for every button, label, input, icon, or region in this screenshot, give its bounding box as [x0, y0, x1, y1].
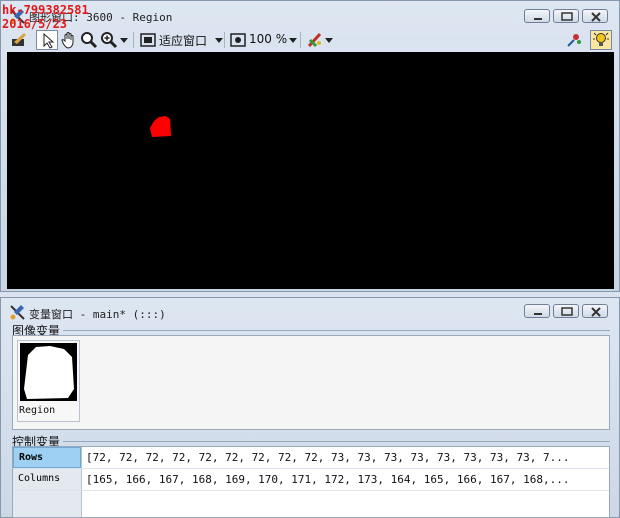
zoom-in-icon[interactable]: [100, 30, 118, 50]
maximize-button[interactable]: [553, 9, 579, 23]
close-button[interactable]: [582, 304, 608, 318]
graphics-window-titlebar[interactable]: 图形窗口: 3600 - Region: [1, 1, 619, 31]
row-divider: [13, 490, 609, 491]
inspect-icon[interactable]: [564, 30, 584, 50]
minimize-button[interactable]: [524, 9, 550, 23]
control-variable-name[interactable]: Rows: [13, 447, 81, 468]
group-divider: [63, 441, 610, 442]
zoom-level-icon[interactable]: [229, 30, 247, 50]
watermark-line-2: 2016/5/23: [2, 17, 68, 31]
color-dropdown-icon[interactable]: [325, 38, 333, 43]
image-variables-panel: Region: [12, 335, 610, 430]
image-variable-item[interactable]: Region: [17, 340, 80, 422]
control-variables-table: Rows [72, 72, 72, 72, 72, 72, 72, 72, 72…: [12, 446, 610, 518]
color-palette-icon[interactable]: [306, 30, 324, 50]
draw-tool-icon[interactable]: [9, 30, 29, 50]
close-button[interactable]: [582, 9, 608, 23]
select-cursor-icon[interactable]: [36, 30, 58, 50]
image-display-canvas[interactable]: [7, 52, 614, 289]
minimize-button[interactable]: [524, 304, 550, 318]
region-thumbnail: [20, 343, 77, 401]
fit-window-label[interactable]: 适应窗口: [159, 32, 207, 49]
zoom-dropdown-icon[interactable]: [120, 38, 128, 43]
lightbulb-icon[interactable]: [590, 30, 612, 50]
control-variable-value[interactable]: [72, 72, 72, 72, 72, 72, 72, 72, 72, 73,…: [86, 447, 606, 468]
graphics-toolbar: 适应窗口 100 %: [6, 29, 614, 51]
image-variable-name: Region: [19, 405, 56, 416]
toolbar-separator: [300, 32, 301, 48]
variable-window-title: 变量窗口 - main* (:::): [29, 308, 166, 321]
magnify-icon[interactable]: [80, 30, 98, 50]
watermark-line-1: hk-799382581: [2, 3, 89, 17]
toolbar-separator: [224, 32, 225, 48]
control-variable-value[interactable]: [165, 166, 167, 168, 169, 170, 171, 172,…: [86, 469, 606, 490]
zoom-level-value[interactable]: 100 %: [249, 32, 287, 46]
graphics-window: 图形窗口: 3600 - Region 适应窗口 100 %: [0, 0, 620, 292]
fit-window-dropdown-icon[interactable]: [215, 38, 223, 43]
zoom-level-dropdown-icon[interactable]: [289, 38, 297, 43]
variable-window-titlebar[interactable]: 变量窗口 - main* (:::): [1, 298, 619, 328]
variable-window: 变量窗口 - main* (:::) 图像变量 Region 控制变量 Rows…: [0, 297, 620, 518]
toolbar-separator: [133, 32, 134, 48]
halcon-tools-icon: [9, 303, 27, 321]
fit-window-icon[interactable]: [139, 30, 157, 50]
region-shape: [150, 116, 171, 137]
pan-hand-icon[interactable]: [59, 30, 79, 50]
group-divider: [63, 330, 610, 331]
maximize-button[interactable]: [553, 304, 579, 318]
control-variable-name[interactable]: Columns: [13, 469, 81, 490]
